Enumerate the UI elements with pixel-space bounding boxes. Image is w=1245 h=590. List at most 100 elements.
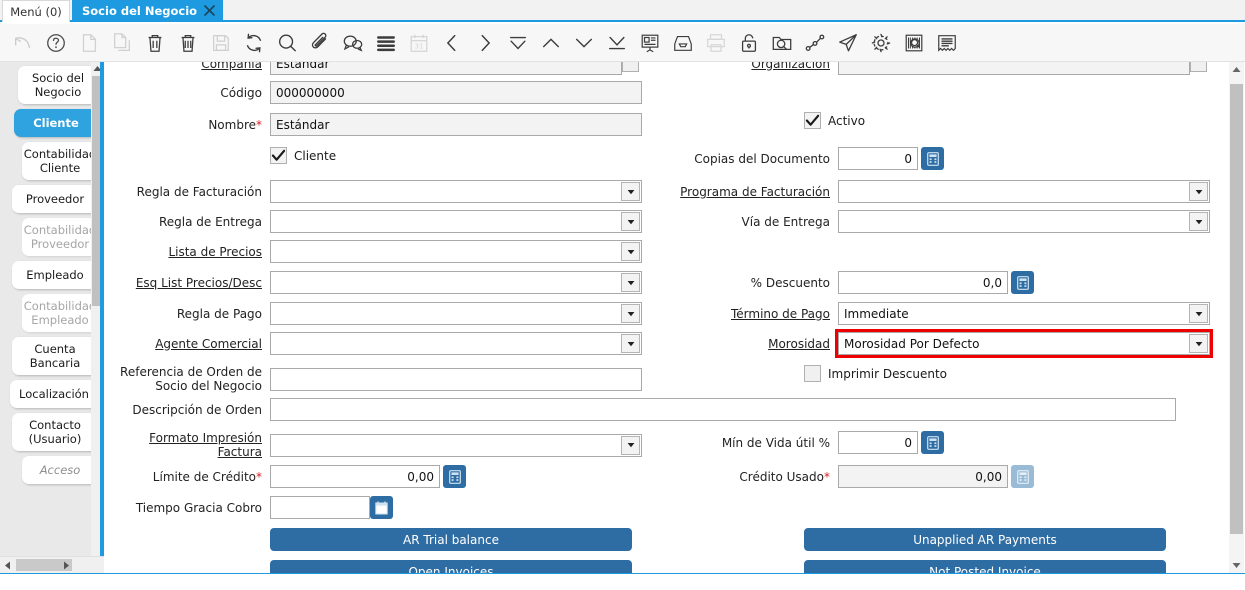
ar-trial-balance-button[interactable]: AR Trial balance [270,528,632,551]
chevron-down-icon[interactable] [621,182,640,201]
chevron-down-icon[interactable] [621,334,640,353]
regla-pago-combo[interactable] [270,302,642,325]
new-record-icon[interactable] [72,26,105,59]
open-invoices-button[interactable]: Open Invoices [270,560,632,573]
tab-socio-del-negocio[interactable]: Socio del Negocio [72,0,223,22]
close-icon[interactable] [203,4,216,17]
sidebar-item-socio-del-negocio[interactable]: Socio del Negocio [18,66,98,104]
sidebar-item-contabilidad-cliente[interactable]: Contabilidad Cliente [22,142,98,180]
morosidad-combo[interactable]: Morosidad Por Defecto [838,332,1210,355]
delete-all-icon[interactable] [171,26,204,59]
search-icon[interactable] [270,26,303,59]
imprimir-descuento-checkbox[interactable] [804,365,821,382]
down-record-icon[interactable] [567,26,600,59]
chevron-down-icon[interactable] [621,273,640,292]
chat-icon[interactable] [336,26,369,59]
grid-toggle-icon[interactable] [369,26,402,59]
send-icon[interactable] [831,26,864,59]
invoice-icon[interactable] [930,26,963,59]
codigo-field[interactable]: 000000000 [270,81,642,104]
attachment-icon[interactable] [303,26,336,59]
sidebar-item-contabilidad-empleado[interactable]: Contabilidad Empleado [22,294,98,332]
chevron-down-icon[interactable] [1189,212,1208,231]
report-icon[interactable] [633,26,666,59]
up-record-icon[interactable] [534,26,567,59]
chevron-down-icon[interactable] [1189,182,1208,201]
min-vida-util-field[interactable]: 0 [838,431,918,454]
tab-menu[interactable]: Menú (0) [2,0,70,22]
chevron-down-icon[interactable] [621,242,640,261]
settings-icon[interactable] [864,26,897,59]
sidebar-item-contacto-usuario[interactable]: Contacto (Usuario) [12,413,98,451]
lock-icon[interactable] [732,26,765,59]
sidebar-item-acceso[interactable]: Acceso [22,456,98,484]
sidebar-item-label: Contabilidad Proveedor [24,223,96,251]
check-icon [805,113,820,128]
regla-facturacion-combo[interactable] [270,180,642,203]
print-icon[interactable] [699,26,732,59]
tiempo-gracia-field[interactable] [270,496,370,519]
programa-facturacion-combo[interactable] [838,180,1210,203]
sidebar-item-proveedor[interactable]: Proveedor [12,185,98,213]
archive-icon[interactable] [666,26,699,59]
termino-pago-combo[interactable]: Immediate [838,302,1210,325]
esq-list-precios-combo[interactable] [270,271,642,294]
chevron-down-icon[interactable] [1189,304,1208,323]
save-icon[interactable] [204,26,237,59]
last-record-icon[interactable] [600,26,633,59]
prev-record-icon[interactable] [435,26,468,59]
sidebar-item-contabilidad-proveedor[interactable]: Contabilidad Proveedor [22,218,98,256]
chevron-down-icon[interactable] [1189,334,1208,353]
descuento-label: % Descuento [670,276,830,290]
workflow-icon[interactable] [798,26,831,59]
calendar-icon[interactable] [370,496,393,519]
sidebar-item-empleado[interactable]: Empleado [12,261,98,289]
barcode-icon[interactable] [897,26,930,59]
activo-checkbox[interactable] [804,112,821,129]
triangle-right-icon[interactable] [59,557,74,573]
compania-extra-checkbox[interactable] [622,62,639,72]
nombre-field[interactable]: Estándar [270,113,642,136]
chevron-down-icon[interactable] [621,436,640,455]
copy-record-icon[interactable] [105,26,138,59]
refresh-icon[interactable] [237,26,270,59]
field-row-agente-comercial: Agente Comercial [104,332,642,355]
chevron-down-icon[interactable] [621,304,640,323]
field-row-via-entrega: Vía de Entrega [670,210,1210,233]
descripcion-orden-field[interactable] [270,398,1176,421]
calculator-icon[interactable] [921,431,944,454]
lista-precios-combo[interactable] [270,240,642,263]
limite-credito-field[interactable]: 0,00 [270,465,440,488]
triangle-down-icon[interactable] [1229,558,1244,573]
delete-icon[interactable] [138,26,171,59]
help-icon[interactable] [39,26,72,59]
referencia-orden-field[interactable] [270,368,642,391]
via-entrega-combo[interactable] [838,210,1210,233]
unapplied-ar-payments-button[interactable]: Unapplied AR Payments [804,528,1166,551]
agente-comercial-combo[interactable] [270,332,642,355]
sidebar-item-cliente[interactable]: Cliente [14,109,98,137]
calculator-icon[interactable] [1011,271,1034,294]
sidebar-item-localizacion[interactable]: Localización [10,380,98,408]
next-record-icon[interactable] [468,26,501,59]
formato-impresion-combo[interactable] [270,434,642,457]
sidebar-item-cuenta-bancaria[interactable]: Cuenta Bancaria [12,337,98,375]
undo-icon[interactable] [6,26,39,59]
not-posted-invoice-button[interactable]: Not Posted Invoice [804,560,1166,573]
descuento-field[interactable]: 0,0 [838,271,1008,294]
form-scrollbar[interactable] [1227,62,1245,573]
chevron-down-icon[interactable] [621,212,640,231]
regla-entrega-combo[interactable] [270,210,642,233]
calculator-icon[interactable] [921,147,944,170]
triangle-left-icon[interactable] [0,557,15,573]
calendar-icon[interactable]: 31 [402,26,435,59]
form-scrollbar-thumb[interactable] [1230,84,1243,534]
copias-documento-field[interactable]: 0 [838,147,918,170]
zoom-folder-icon[interactable] [765,26,798,59]
calculator-icon[interactable] [443,465,466,488]
first-record-icon[interactable] [501,26,534,59]
triangle-up-icon[interactable] [1229,62,1244,77]
sidebar-horizontal-scrollbar[interactable] [0,556,104,573]
organizacion-extra-checkbox[interactable] [1190,62,1207,72]
cliente-checkbox[interactable] [270,147,287,164]
